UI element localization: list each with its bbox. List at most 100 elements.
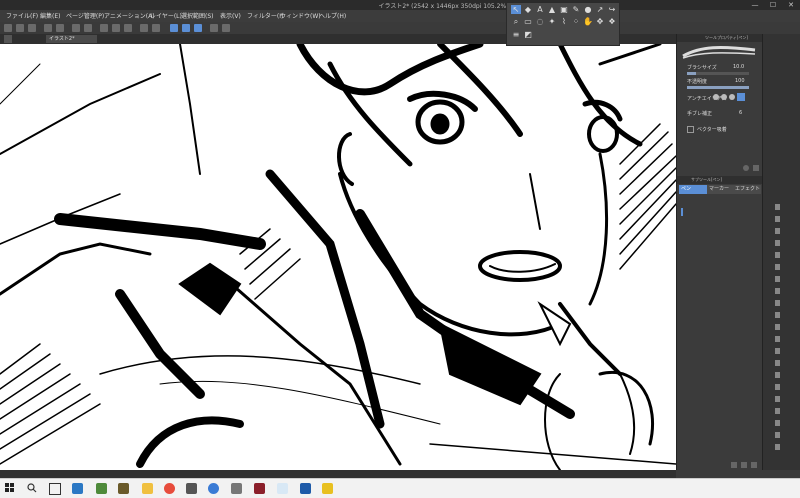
close-button[interactable]: ✕ (782, 0, 800, 10)
transform-icon[interactable] (100, 24, 108, 32)
deselect-icon[interactable] (112, 24, 120, 32)
wrench-icon[interactable] (753, 165, 759, 171)
search-icon[interactable] (27, 483, 37, 493)
subtool-tab-marker[interactable]: マーカー (707, 185, 733, 194)
task-view-icon[interactable] (49, 483, 61, 495)
brush-size-fill (687, 72, 697, 75)
antialias-none-option[interactable] (713, 94, 719, 100)
windows-start-icon[interactable] (5, 483, 15, 493)
airbrush-tool-icon[interactable]: ⁘ (571, 17, 581, 26)
minecraft-app-icon[interactable] (96, 483, 107, 494)
invert-icon[interactable] (140, 24, 148, 32)
selection-tool-icon[interactable]: ▭ (523, 17, 533, 26)
menu-filter[interactable]: フィルター(I) (247, 11, 283, 20)
pen-preset-icon[interactable] (194, 24, 202, 32)
lasso-tool-icon[interactable]: ◌ (535, 17, 545, 26)
drawing-canvas[interactable] (0, 44, 676, 470)
tool-palette: ↖ ◆ A ▲ ▣ ✎ ● ↗ ↪ ⌕ ▭ ◌ ✦ ⌇ ⁘ ✋ ✥ ❖ ≡ ◩ (506, 2, 620, 46)
select-all-icon[interactable] (124, 24, 132, 32)
redo-icon[interactable] (56, 24, 64, 32)
antialias-strong-option[interactable] (737, 93, 745, 101)
fill-icon[interactable] (84, 24, 92, 32)
fill-tool-icon[interactable]: ▣ (559, 5, 569, 14)
opacity-slider[interactable] (687, 86, 749, 89)
chrome-icon[interactable] (164, 483, 175, 494)
text-tool-icon[interactable]: A (535, 5, 545, 14)
minimize-button[interactable]: — (746, 0, 764, 10)
new-file-icon[interactable] (4, 24, 12, 32)
app-icon[interactable] (300, 483, 311, 494)
document-tab[interactable]: イラスト2* (46, 35, 97, 43)
pen-preset-icon[interactable] (170, 24, 178, 32)
brush-tool-icon[interactable]: ⌇ (559, 17, 569, 26)
side-icon-strip (762, 34, 800, 470)
opacity-value[interactable]: 100 (735, 78, 745, 84)
frame-tool-icon[interactable]: ◩ (523, 30, 533, 39)
menu-icon[interactable] (4, 35, 12, 43)
hand-tool-icon[interactable]: ✋ (583, 17, 593, 26)
brush-size-value[interactable]: 10.0 (733, 64, 744, 70)
stabilization-label: 手ブレ補正 (687, 111, 713, 117)
title-bar: イラスト2* (2542 x 1446px 350dpi 105.2%) - C… (0, 0, 800, 10)
save-icon[interactable] (28, 24, 36, 32)
antialias-weak-option[interactable] (721, 94, 727, 100)
vector-snap-checkbox[interactable] (687, 126, 694, 133)
open-file-icon[interactable] (16, 24, 24, 32)
app-icon[interactable] (208, 483, 219, 494)
app-icon[interactable] (186, 483, 197, 494)
add-subtool-icon[interactable] (731, 462, 737, 468)
decoration-tool-icon[interactable]: ❖ (607, 17, 617, 26)
app-icon[interactable] (118, 483, 129, 494)
crop-icon[interactable] (152, 24, 160, 32)
app-icon[interactable] (254, 483, 265, 494)
blend-tool-icon[interactable]: ≡ (511, 30, 521, 39)
wand-tool-icon[interactable]: ✦ (547, 17, 557, 26)
file-explorer-icon[interactable] (142, 483, 153, 494)
stabilization-value[interactable]: 6 (739, 110, 742, 116)
app-icon[interactable] (231, 483, 242, 494)
brush-stroke-preview (682, 46, 756, 59)
clear-icon[interactable] (72, 24, 80, 32)
balloon-tool-icon[interactable]: ▲ (547, 5, 557, 14)
pen-preset-icon[interactable] (182, 24, 190, 32)
antialias-medium-option[interactable] (729, 94, 735, 100)
menu-bar: ファイル(F) 編集(E) ページ管理(P) アニメーション(A) レイヤー(L… (0, 10, 800, 22)
menu-page[interactable]: ページ管理(P) (66, 11, 104, 20)
subtool-title: サブツール[ペン] (691, 177, 723, 182)
subtool-tab-pen[interactable]: ペン (679, 185, 707, 194)
zoom-tool-icon[interactable]: ⌕ (511, 17, 521, 26)
menu-file[interactable]: ファイル(F) (6, 11, 38, 20)
vector-snap-label: ベクター吸着 (697, 127, 727, 133)
pen-tool-icon[interactable]: ✎ (571, 5, 581, 14)
ruler-tool-icon[interactable]: ↪ (607, 5, 617, 14)
subtool-tab-effect[interactable]: エフェクト (733, 185, 761, 194)
app-icon[interactable] (277, 483, 288, 494)
copy-subtool-icon[interactable] (741, 462, 747, 468)
clip-studio-icon[interactable] (322, 483, 333, 494)
menu-edit[interactable]: 編集(E) (40, 11, 60, 20)
mail-app-icon[interactable] (72, 483, 83, 494)
menu-window[interactable]: ウィンドウ(W) (280, 11, 321, 20)
menu-view[interactable]: 表示(V) (220, 11, 241, 20)
menu-layer[interactable]: レイヤー(L) (150, 11, 182, 20)
menu-selection[interactable]: 選択範囲(S) (181, 11, 214, 20)
maximize-button[interactable]: ☐ (764, 0, 782, 10)
panel-header: ツールプロパティ[ペン] (677, 34, 763, 42)
delete-subtool-icon[interactable] (751, 462, 757, 468)
operation-tool-icon[interactable]: ◆ (523, 5, 533, 14)
undo-icon[interactable] (44, 24, 52, 32)
ruler-icon[interactable] (222, 24, 230, 32)
side-icon-column (775, 204, 780, 450)
taskbar (0, 478, 800, 498)
eyedropper-tool-icon[interactable]: ↗ (595, 5, 605, 14)
move-tool-icon[interactable]: ↖ (511, 5, 521, 14)
brush-size-label: ブラシサイズ (687, 65, 717, 71)
menu-help[interactable]: ヘルプ(H) (319, 11, 346, 20)
eraser-tool-icon[interactable]: ● (583, 5, 593, 14)
settings-icon[interactable] (743, 165, 749, 171)
snap-icon[interactable] (210, 24, 218, 32)
selected-subtool-marker (681, 208, 683, 216)
brush-size-slider[interactable] (687, 72, 749, 75)
menu-animation[interactable]: アニメーション(A) (104, 11, 155, 20)
transform-tool-icon[interactable]: ✥ (595, 17, 605, 26)
